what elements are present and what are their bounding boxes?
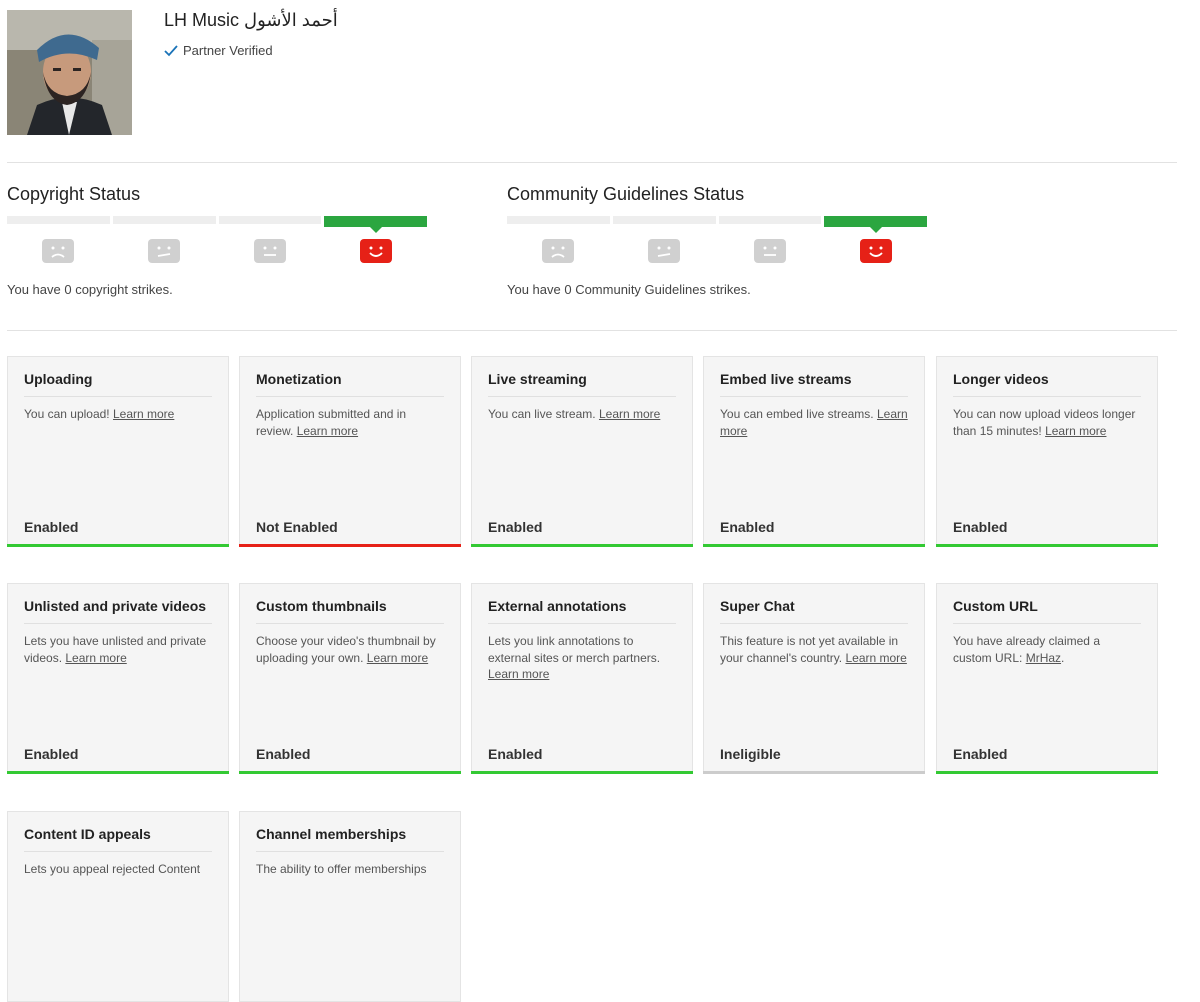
card-title: Monetization — [256, 371, 444, 397]
card-state: Enabled — [256, 746, 311, 762]
card-description: You can upload! Learn more — [24, 407, 175, 421]
card-description: Lets you have unlisted and private video… — [24, 634, 207, 665]
card-state: Enabled — [24, 746, 79, 762]
card-state: Enabled — [953, 519, 1008, 535]
neutral-face-icon — [253, 239, 286, 263]
card-state: Enabled — [953, 746, 1008, 762]
feature-card-embed-live-streams: Embed live streams You can embed live st… — [703, 356, 925, 547]
status-bar-not-enabled — [239, 544, 461, 547]
card-title: Unlisted and private videos — [24, 598, 212, 624]
feature-card-monetization: Monetization Application submitted and i… — [239, 356, 461, 547]
status-segment — [7, 216, 110, 224]
card-title: Super Chat — [720, 598, 908, 624]
community-status-bar — [507, 216, 927, 233]
card-description: This feature is not yet available in you… — [720, 634, 907, 665]
learn-more-link[interactable]: Learn more — [488, 667, 549, 681]
status-bar-enabled — [7, 771, 229, 774]
card-description: You can now upload videos longer than 15… — [953, 407, 1136, 438]
learn-more-link[interactable]: Learn more — [65, 651, 126, 665]
feature-card-custom-thumbnails: Custom thumbnails Choose your video's th… — [239, 583, 461, 774]
feature-card-super-chat: Super Chat This feature is not yet avail… — [703, 583, 925, 774]
card-state: Enabled — [488, 519, 543, 535]
card-description: Application submitted and in review. Lea… — [256, 407, 407, 438]
learn-more-link[interactable]: Learn more — [113, 407, 174, 421]
happy-face-icon — [859, 239, 892, 263]
status-bar-enabled — [239, 771, 461, 774]
feature-card-unlisted-private: Unlisted and private videos Lets you hav… — [7, 583, 229, 774]
status-bar-enabled — [936, 771, 1158, 774]
card-description: You can live stream. Learn more — [488, 407, 661, 421]
card-title: Channel memberships — [256, 826, 444, 852]
header-divider — [7, 162, 1177, 163]
status-segment — [507, 216, 610, 224]
verified-label: Partner Verified — [183, 43, 273, 58]
learn-more-link[interactable]: Learn more — [845, 651, 906, 665]
card-state: Enabled — [720, 519, 775, 535]
learn-more-link[interactable]: Learn more — [367, 651, 428, 665]
copyright-status: Copyright Status You have 0 copyright st… — [7, 183, 427, 297]
partner-verified: Partner Verified — [164, 43, 273, 58]
status-segment-active — [324, 216, 427, 233]
feature-card-content-id-appeals: Content ID appeals Lets you appeal rejec… — [7, 811, 229, 1002]
copyright-status-bar — [7, 216, 427, 233]
learn-more-link[interactable]: Learn more — [297, 424, 358, 438]
happy-face-icon — [359, 239, 392, 263]
card-description: The ability to offer memberships — [256, 862, 427, 876]
status-segment — [718, 216, 822, 224]
community-strikes-text: You have 0 Community Guidelines strikes. — [507, 282, 751, 297]
card-title: External annotations — [488, 598, 676, 624]
channel-avatar[interactable] — [7, 10, 132, 135]
card-description: Lets you appeal rejected Content — [24, 862, 201, 876]
feature-card-live-streaming: Live streaming You can live stream. Lear… — [471, 356, 693, 547]
status-segment — [112, 216, 216, 224]
status-bar-enabled — [471, 544, 693, 547]
status-bar-enabled — [703, 544, 925, 547]
card-state: Not Enabled — [256, 519, 338, 535]
feature-card-longer-videos: Longer videos You can now upload videos … — [936, 356, 1158, 547]
custom-url-link[interactable]: MrHaz — [1026, 651, 1061, 665]
status-bar-ineligible — [703, 771, 925, 774]
status-divider — [7, 330, 1177, 331]
copyright-status-title: Copyright Status — [7, 184, 141, 204]
card-state: Enabled — [24, 519, 79, 535]
card-description: You can embed live streams. Learn more — [720, 407, 908, 438]
learn-more-link[interactable]: Learn more — [599, 407, 660, 421]
learn-more-link[interactable]: Learn more — [1045, 424, 1106, 438]
card-title: Longer videos — [953, 371, 1141, 397]
status-bar-enabled — [471, 771, 693, 774]
card-title: Custom URL — [953, 598, 1141, 624]
card-description: You have already claimed a custom URL: M… — [953, 634, 1100, 665]
unsure-face-icon — [648, 239, 681, 263]
status-bar-enabled — [7, 544, 229, 547]
status-segment-active — [824, 216, 927, 233]
card-description: Lets you link annotations to external si… — [488, 634, 661, 681]
card-title: Uploading — [24, 371, 212, 397]
community-guidelines-status: Community Guidelines Status You have 0 C… — [507, 183, 927, 297]
sad-face-icon — [42, 239, 75, 263]
copyright-strikes-text: You have 0 copyright strikes. — [7, 282, 173, 297]
status-segment — [218, 216, 322, 224]
feature-card-external-annotations: External annotations Lets you link annot… — [471, 583, 693, 774]
card-title: Content ID appeals — [24, 826, 212, 852]
community-status-title: Community Guidelines Status — [507, 184, 745, 204]
feature-card-custom-url: Custom URL You have already claimed a cu… — [936, 583, 1158, 774]
card-title: Live streaming — [488, 371, 676, 397]
card-description: Choose your video's thumbnail by uploadi… — [256, 634, 436, 665]
unsure-face-icon — [148, 239, 181, 263]
channel-name: LH Music أحمد الأشول — [164, 10, 338, 30]
checkmark-icon — [164, 44, 178, 56]
card-title: Embed live streams — [720, 371, 908, 397]
status-segment — [612, 216, 716, 224]
feature-card-uploading: Uploading You can upload! Learn more Ena… — [7, 356, 229, 547]
feature-card-channel-memberships: Channel memberships The ability to offer… — [239, 811, 461, 1002]
card-title: Custom thumbnails — [256, 598, 444, 624]
card-state: Ineligible — [720, 746, 781, 762]
neutral-face-icon — [753, 239, 786, 263]
card-state: Enabled — [488, 746, 543, 762]
status-bar-enabled — [936, 544, 1158, 547]
sad-face-icon — [542, 239, 575, 263]
